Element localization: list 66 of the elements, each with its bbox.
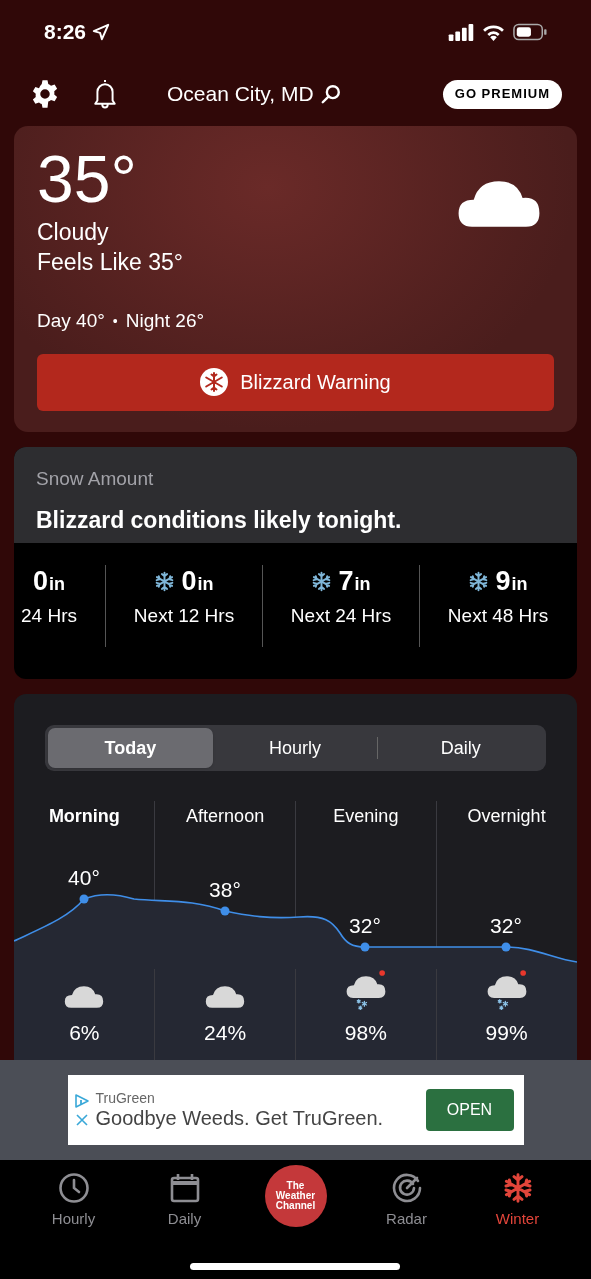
forecast-tab[interactable]: Hourly bbox=[212, 728, 378, 768]
tab-bar-item[interactable]: Daily bbox=[129, 1172, 240, 1279]
settings-icon[interactable] bbox=[30, 79, 60, 109]
temperature-point bbox=[501, 942, 511, 952]
condition-text: Cloudy bbox=[37, 218, 110, 247]
current-temperature: 35° bbox=[37, 146, 137, 212]
tab-bar-item[interactable]: Winter bbox=[462, 1172, 573, 1279]
precip-chance: 98% bbox=[344, 1020, 387, 1046]
ad-open-button[interactable]: OPEN bbox=[425, 1089, 514, 1131]
day-temperature: Day 40° bbox=[37, 309, 105, 333]
precip-chance: 24% bbox=[204, 1020, 247, 1046]
snowflake-icon bbox=[200, 368, 229, 396]
period-temperature: 32° bbox=[349, 913, 381, 939]
snowflake-icon bbox=[154, 570, 176, 592]
clock-icon bbox=[57, 1172, 90, 1204]
location-arrow-icon bbox=[92, 23, 111, 41]
temperature-point bbox=[220, 906, 230, 916]
calendar-icon bbox=[168, 1172, 201, 1204]
snowflake-icon bbox=[311, 570, 333, 592]
temperature-point bbox=[79, 894, 89, 904]
go-premium-button[interactable]: GO PREMIUM bbox=[442, 79, 562, 109]
radar-icon bbox=[390, 1172, 423, 1204]
precip-chance: 99% bbox=[485, 1020, 528, 1046]
snow-amount-title: Snow Amount bbox=[36, 467, 155, 491]
snow-period-label: Next 12 Hrs bbox=[133, 604, 235, 628]
snow-headline: Blizzard conditions likely tonight. bbox=[36, 505, 403, 535]
location-search-button[interactable]: Ocean City, MD bbox=[167, 78, 342, 110]
ad-headline: Goodbye Weeds. Get TruGreen. bbox=[95, 1106, 384, 1130]
forecast-tab[interactable]: Today bbox=[48, 728, 213, 768]
signal-icon bbox=[448, 23, 474, 41]
separator-dot: • bbox=[112, 311, 118, 331]
precip-chance: 6% bbox=[69, 1020, 100, 1046]
status-time: 8:26 bbox=[44, 19, 87, 46]
snowflake-icon bbox=[468, 570, 490, 592]
ad-advertiser: TruGreen bbox=[95, 1090, 156, 1106]
weather-channel-logo[interactable]: The Weather Channel bbox=[264, 1165, 327, 1227]
snow-cloud-icon bbox=[485, 969, 528, 1011]
temperature-point bbox=[360, 942, 370, 952]
snow-period-label: 24 Hrs bbox=[21, 604, 77, 628]
snow-period-label: Next 24 Hrs bbox=[290, 604, 392, 628]
bell-icon[interactable] bbox=[92, 78, 118, 110]
search-icon bbox=[319, 83, 342, 105]
period-name: Evening bbox=[333, 805, 399, 828]
tab-bar-item[interactable]: Hourly bbox=[18, 1172, 129, 1279]
close-icon[interactable] bbox=[74, 1113, 89, 1127]
feels-like-text: Feels Like 35° bbox=[37, 248, 184, 277]
period-temperature: 40° bbox=[68, 865, 100, 891]
night-temperature: Night 26° bbox=[125, 309, 205, 333]
tab-bar-item[interactable]: Radar bbox=[351, 1172, 462, 1279]
snow-amount: 0in bbox=[33, 564, 65, 598]
period-name: Afternoon bbox=[186, 805, 265, 828]
blizzard-warning-button[interactable]: Blizzard Warning bbox=[37, 353, 554, 411]
snow-period-label: Next 48 Hrs bbox=[447, 604, 549, 628]
snow-amount: 0in bbox=[181, 564, 214, 598]
forecast-tab[interactable]: Daily bbox=[378, 728, 543, 768]
period-temperature: 32° bbox=[490, 913, 522, 939]
snow-amount: 9in bbox=[495, 564, 528, 598]
snow-amount: 7in bbox=[338, 564, 371, 598]
ad-card[interactable]: TruGreen Goodbye Weeds. Get TruGreen. OPEN bbox=[67, 1075, 524, 1145]
battery-icon bbox=[513, 23, 547, 41]
period-name: Morning bbox=[48, 805, 120, 828]
period-temperature: 38° bbox=[209, 877, 241, 903]
period-name: Overnight bbox=[467, 805, 546, 828]
ad-choices-icon[interactable] bbox=[73, 1093, 90, 1109]
snow-cloud-icon bbox=[344, 969, 387, 1011]
wifi-icon bbox=[482, 23, 505, 41]
